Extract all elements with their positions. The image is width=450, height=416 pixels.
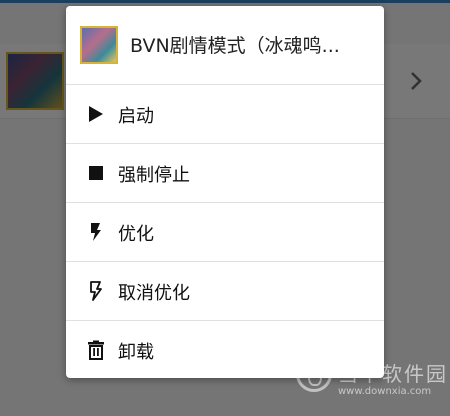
menu-item-label: 启动 [118, 106, 154, 127]
stop-icon [89, 166, 103, 180]
menu-item-start[interactable]: 启动 [66, 85, 384, 143]
play-icon [89, 106, 103, 122]
trash-icon [88, 340, 104, 360]
menu-item-force-stop[interactable]: 强制停止 [66, 144, 384, 202]
menu-item-cancel-optimize[interactable]: 取消优化 [66, 262, 384, 320]
menu-item-uninstall[interactable]: 卸载 [66, 321, 384, 378]
flash-icon [91, 223, 101, 241]
app-icon [80, 26, 118, 64]
menu-item-label: 取消优化 [118, 283, 190, 304]
menu-item-label: 卸载 [118, 342, 154, 363]
app-action-dialog: BVN剧情模式（冰魂鸣... 启动 强制停止 优化 取消优化 卸载 [66, 6, 384, 378]
menu-item-label: 强制停止 [118, 165, 190, 186]
menu-item-optimize[interactable]: 优化 [66, 203, 384, 261]
dialog-title: BVN剧情模式（冰魂鸣... [130, 35, 340, 57]
watermark-url: www.downxia.com [338, 386, 432, 397]
flash-off-icon [90, 281, 102, 301]
dialog-header: BVN剧情模式（冰魂鸣... [66, 6, 384, 84]
menu-item-label: 优化 [118, 224, 154, 245]
